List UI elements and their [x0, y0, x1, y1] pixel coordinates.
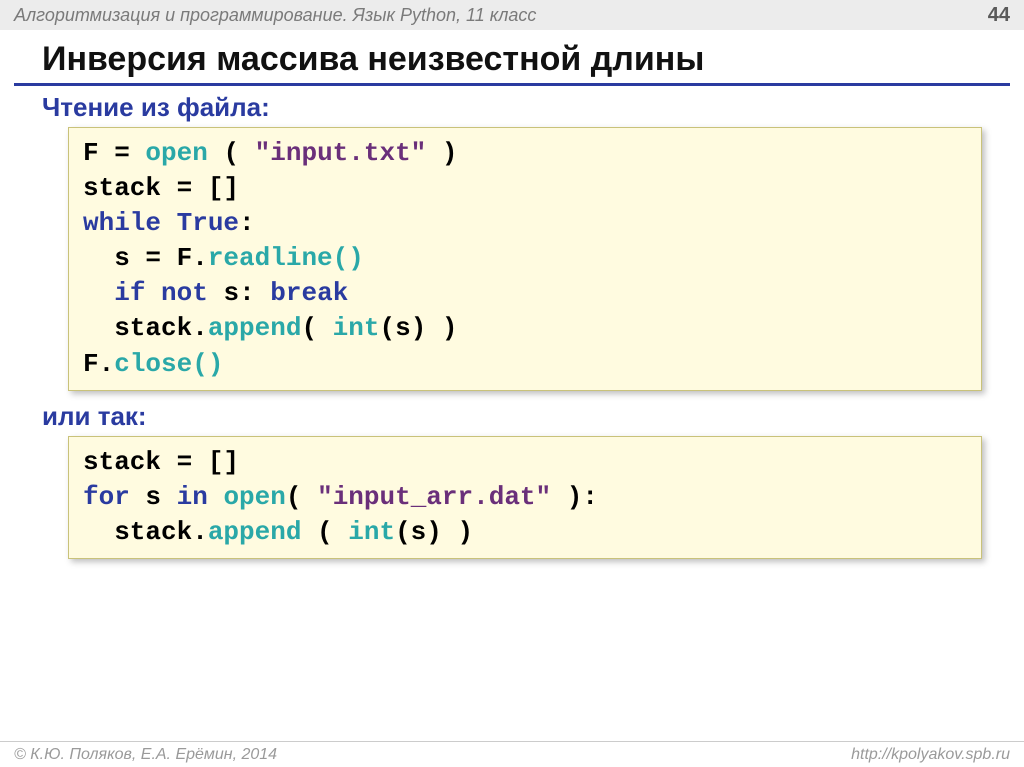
section1-heading: Чтение из файла:	[42, 92, 982, 123]
page-number: 44	[988, 4, 1010, 27]
kw-int: int	[333, 313, 380, 343]
code-text	[161, 208, 177, 238]
slide-title: Инверсия массива неизвестной длины	[14, 32, 1010, 86]
kw-open: open	[145, 138, 207, 168]
footer-link: http://kpolyakov.spb.ru	[851, 746, 1010, 764]
header-bar: Алгоритмизация и программирование. Язык …	[0, 0, 1024, 30]
code-text: stack = []	[83, 447, 239, 477]
kw-in: in	[177, 482, 208, 512]
code-text: stack.	[83, 517, 208, 547]
kw-append: append	[208, 517, 302, 547]
code-text: ):	[551, 482, 598, 512]
code-text: F.	[83, 349, 114, 379]
code-text: s:	[208, 278, 270, 308]
code-block-2: stack = [] for s in open( "input_arr.dat…	[68, 436, 982, 559]
slide: Алгоритмизация и программирование. Язык …	[0, 0, 1024, 767]
kw-break: break	[270, 278, 348, 308]
code-text: (	[301, 313, 332, 343]
kw-true: True	[177, 208, 239, 238]
footer: © К.Ю. Поляков, Е.А. Ерёмин, 2014 http:/…	[0, 741, 1024, 767]
code-text: :	[239, 208, 255, 238]
code-text: s = F.	[83, 243, 208, 273]
code-text	[208, 482, 224, 512]
kw-int: int	[348, 517, 395, 547]
code-text: (	[286, 482, 317, 512]
content: Чтение из файла: F = open ( "input.txt" …	[0, 92, 1024, 559]
code-text: )	[426, 138, 457, 168]
kw-if: if	[114, 278, 145, 308]
kw-open: open	[223, 482, 285, 512]
code-text: (s) )	[395, 517, 473, 547]
code-text: F =	[83, 138, 145, 168]
code-text	[145, 278, 161, 308]
code-text: (s) )	[379, 313, 457, 343]
kw-not: not	[161, 278, 208, 308]
string-literal: "input_arr.dat"	[317, 482, 551, 512]
code-text: (	[208, 138, 255, 168]
course-label: Алгоритмизация и программирование. Язык …	[14, 5, 536, 26]
code-text: stack.	[83, 313, 208, 343]
section2-heading: или так:	[42, 401, 982, 432]
kw-while: while	[83, 208, 161, 238]
kw-append: append	[208, 313, 302, 343]
copyright: © К.Ю. Поляков, Е.А. Ерёмин, 2014	[14, 746, 277, 764]
string-literal: "input.txt"	[255, 138, 427, 168]
code-text: (	[301, 517, 348, 547]
code-text: s	[130, 482, 177, 512]
kw-close: close()	[114, 349, 223, 379]
code-text: stack = []	[83, 173, 239, 203]
kw-readline: readline()	[208, 243, 364, 273]
code-block-1: F = open ( "input.txt" ) stack = [] whil…	[68, 127, 982, 391]
kw-for: for	[83, 482, 130, 512]
code-text	[83, 278, 114, 308]
